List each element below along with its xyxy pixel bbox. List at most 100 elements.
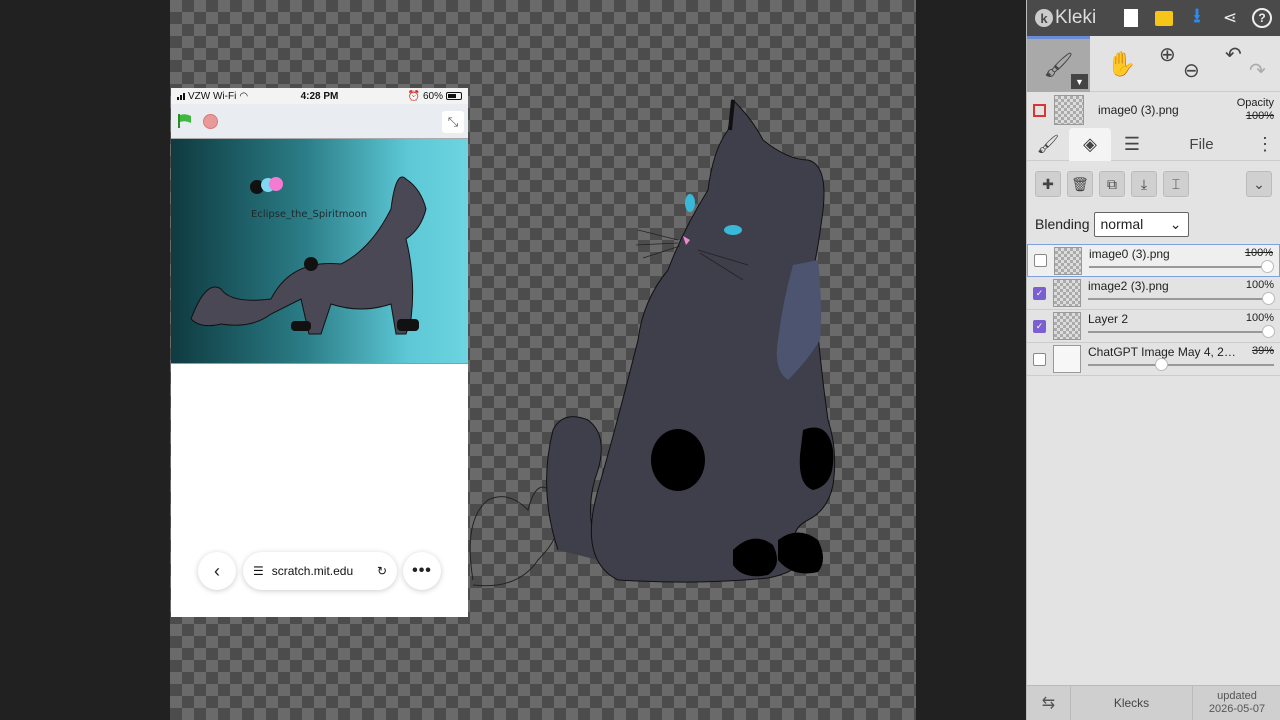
merge-down-button[interactable]: ⤓: [1131, 171, 1157, 197]
layer-item[interactable]: ✓ Layer 2 100%: [1027, 310, 1280, 343]
layer-opacity: 100%: [1244, 246, 1273, 259]
slider-knob[interactable]: [1262, 292, 1275, 305]
layer-opacity-slider[interactable]: [1088, 325, 1275, 338]
tab-brush[interactable]: 🖌: [1027, 128, 1069, 161]
battery-icon: [446, 92, 462, 100]
layer-name: ChatGPT Image May 4, 2025: [1088, 345, 1236, 359]
layer-opacity: 39%: [1251, 345, 1274, 357]
rename-layer-button[interactable]: ⌶: [1163, 171, 1189, 197]
blending-select[interactable]: normal ⌄: [1093, 211, 1189, 237]
help-button[interactable]: ?: [1252, 8, 1272, 28]
opacity-label: Opacity: [1236, 97, 1274, 109]
stage-watermark-text: Eclipse_the_Spiritmoon: [251, 209, 368, 220]
undo-icon[interactable]: ↶: [1225, 42, 1242, 67]
layer-item[interactable]: ChatGPT Image May 4, 2025 39%: [1027, 343, 1280, 376]
klecks-link[interactable]: Klecks: [1070, 685, 1193, 720]
updated-info: updated 2026-05-07: [1193, 690, 1280, 716]
kleki-logo: k Kleki: [1035, 7, 1120, 29]
add-layer-button[interactable]: ✚: [1035, 171, 1061, 197]
brush-dropdown-icon[interactable]: ▼: [1071, 74, 1088, 89]
updated-date: 2026-05-07: [1208, 703, 1266, 715]
hand-tool-button[interactable]: ✋: [1090, 36, 1153, 92]
layer-thumbnail: [1054, 246, 1082, 275]
rename-icon: ⌶: [1171, 175, 1181, 192]
tab-adjust[interactable]: ☰: [1111, 128, 1153, 161]
layer-name: Layer 2: [1088, 312, 1129, 326]
left-gutter: [0, 0, 170, 720]
trash-icon: 🗑: [1071, 175, 1089, 192]
layer-opacity-slider[interactable]: [1088, 358, 1274, 371]
zoom-out-icon[interactable]: ⊖: [1183, 58, 1200, 83]
layer-thumbnail: [1053, 279, 1081, 307]
slider-knob[interactable]: [1154, 358, 1168, 371]
slider-knob[interactable]: [1261, 259, 1274, 273]
stop-icon: [203, 113, 218, 129]
duplicate-layer-button[interactable]: ⧉: [1099, 171, 1125, 197]
layer-preview-toggle[interactable]: [1033, 103, 1046, 117]
chevron-down-icon: ⌄: [1253, 175, 1265, 192]
opacity-value: 100%: [1245, 110, 1274, 122]
brush-tab-icon: 🖌: [1036, 133, 1060, 154]
swap-icon: ⇆: [1041, 695, 1056, 712]
browser-bottom-bar: ‹ ☰ scratch.mit.edu ↻ •••: [171, 550, 468, 594]
layer-visibility-checkbox[interactable]: [1033, 352, 1046, 366]
plus-icon: ✚: [1042, 175, 1054, 192]
browser-back-button: ‹: [198, 552, 236, 590]
stage-cat-artwork: [190, 176, 427, 335]
merge-down-icon: ⤓: [1140, 175, 1148, 192]
zoom-in-icon[interactable]: ⊕: [1159, 42, 1176, 67]
share-icon: ⋖: [1222, 8, 1238, 27]
kleki-logo-icon: k: [1035, 9, 1053, 27]
hand-icon: ✋: [1106, 50, 1137, 78]
tab-layers[interactable]: ◈: [1069, 127, 1111, 161]
current-layer-preview: image0 (3).png Opacity 100%: [1027, 92, 1280, 128]
folder-icon: [1155, 10, 1173, 26]
slider-knob[interactable]: [1262, 325, 1275, 338]
panel-tabs: 🖌 ◈ ☰ File ⋮: [1027, 127, 1280, 161]
layer-visibility-checkbox[interactable]: [1034, 254, 1047, 267]
reader-icon: ☰: [253, 564, 264, 578]
new-image-button[interactable]: [1120, 7, 1142, 29]
redo-icon[interactable]: ↷: [1249, 58, 1266, 83]
layer-item[interactable]: image0 (3).png 100%: [1027, 244, 1280, 277]
layer-item[interactable]: ✓ image2 (3).png 100%: [1027, 277, 1280, 310]
cat-drawing-layer: [469, 98, 836, 587]
kleki-side-panel: k Kleki ⭳ ⋖ ? 🖌 ▼ ✋ ⊕ ⊖ ↶ ↷ image0 (3).p…: [1026, 0, 1280, 720]
open-file-button[interactable]: [1153, 7, 1175, 29]
phone-status-bar: VZW Wi-Fi ◠ 4:28 PM ⏰ 60%: [171, 88, 468, 104]
layer-opacity-slider[interactable]: [1089, 259, 1274, 273]
alarm-icon: ⏰: [407, 90, 420, 102]
tab-file[interactable]: File: [1153, 136, 1250, 153]
collapse-layers-button[interactable]: ⌄: [1246, 171, 1272, 197]
kleki-app-name: Kleki: [1055, 7, 1097, 28]
layer-opacity-slider[interactable]: [1088, 292, 1275, 305]
exit-fullscreen-icon: ⤡: [442, 111, 464, 133]
layer-list: image0 (3).png 100% ✓ image2 (3).png 100…: [1027, 244, 1280, 376]
browser-url-pill: ☰ scratch.mit.edu ↻: [243, 552, 397, 590]
current-layer-name: image0 (3).png: [1098, 103, 1179, 117]
blending-value: normal: [1100, 216, 1144, 232]
browser-more-button: •••: [403, 552, 441, 590]
save-download-button[interactable]: ⭳: [1186, 5, 1208, 29]
scratch-stage: Eclipse_the_Spiritmoon: [171, 138, 468, 364]
brush-tool-button[interactable]: 🖌 ▼: [1027, 36, 1090, 92]
battery-percent: 60%: [422, 90, 443, 102]
scratch-player-bar: ⤡: [171, 104, 468, 138]
layer-thumbnail: [1053, 345, 1081, 373]
layer-visibility-checkbox[interactable]: ✓: [1033, 286, 1046, 300]
green-flag-icon: [178, 114, 191, 128]
blending-row: Blending normal ⌄: [1027, 207, 1280, 241]
layer-thumbnail: [1053, 312, 1081, 340]
more-menu-icon[interactable]: ⋮: [1250, 134, 1280, 155]
drawing-canvas[interactable]: VZW Wi-Fi ◠ 4:28 PM ⏰ 60% ⤡ Eclipse_the_…: [170, 0, 916, 720]
delete-layer-button[interactable]: 🗑: [1067, 171, 1093, 197]
tool-row: 🖌 ▼ ✋ ⊕ ⊖ ↶ ↷: [1027, 36, 1280, 92]
share-button[interactable]: ⋖: [1219, 7, 1241, 29]
reload-icon: ↻: [376, 564, 387, 578]
kleki-bottom-bar: ⇆ Klecks updated 2026-05-07: [1027, 685, 1280, 720]
signal-icon: [177, 92, 185, 100]
swap-panel-side-button[interactable]: ⇆: [1027, 693, 1070, 713]
carrier-label: VZW Wi-Fi: [188, 90, 237, 102]
layer-visibility-checkbox[interactable]: ✓: [1033, 319, 1046, 333]
download-icon: ⭳: [1193, 5, 1201, 27]
